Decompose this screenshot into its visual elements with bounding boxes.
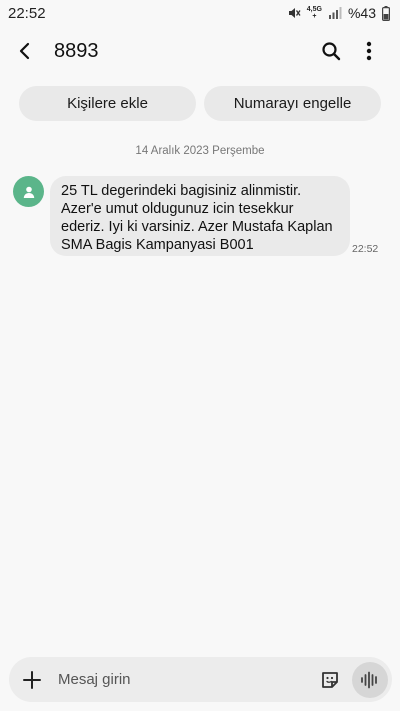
more-vert-icon — [366, 41, 372, 61]
status-bar: 22:52 4,5G + %43 — [0, 0, 400, 26]
block-number-button[interactable]: Numarayı engelle — [204, 86, 381, 121]
contact-actions: Kişilere ekle Numarayı engelle — [19, 86, 381, 121]
message-input[interactable] — [55, 657, 312, 702]
attach-button[interactable] — [9, 657, 55, 702]
conversation-title: 8893 — [54, 39, 99, 62]
person-icon — [23, 186, 34, 198]
more-options-button[interactable] — [350, 28, 388, 74]
message-bubble[interactable]: 25 TL degerindeki bagisiniz alinmistir. … — [50, 176, 350, 256]
search-icon — [322, 42, 341, 61]
add-to-contacts-button[interactable]: Kişilere ekle — [19, 86, 196, 121]
sticker-icon — [322, 671, 338, 688]
battery-percent: %43 — [347, 5, 376, 21]
voice-wave-icon — [361, 671, 377, 688]
mute-icon — [288, 8, 301, 18]
message-composer — [9, 657, 392, 702]
battery-icon — [382, 5, 390, 21]
back-button[interactable] — [0, 28, 50, 74]
app-bar: 8893 — [0, 28, 400, 74]
message-time: 22:52 — [352, 243, 379, 255]
status-time: 22:52 — [8, 4, 46, 22]
sticker-button[interactable] — [312, 657, 348, 702]
sender-avatar[interactable] — [13, 176, 44, 207]
plus-icon — [23, 670, 41, 689]
signal-icon — [328, 7, 342, 19]
network-type: 4,5G + — [306, 6, 322, 20]
search-button[interactable] — [312, 28, 350, 74]
voice-record-button[interactable] — [352, 661, 388, 698]
arrow-back-icon — [19, 42, 30, 60]
date-separator: 14 Aralık 2023 Perşembe — [135, 145, 265, 157]
status-icons: 4,5G + %43 — [287, 5, 390, 21]
